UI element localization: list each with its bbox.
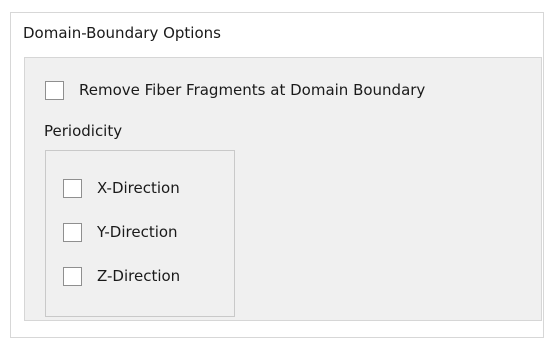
- remove-fiber-fragments-checkbox[interactable]: [45, 80, 64, 100]
- y-direction-checkbox[interactable]: [63, 222, 82, 242]
- domain-boundary-group: Remove Fiber Fragments at Domain Boundar…: [24, 57, 542, 321]
- y-direction-option[interactable]: Y-Direction: [63, 222, 178, 242]
- periodicity-label: Periodicity: [44, 122, 123, 140]
- periodicity-group: X-Direction Y-Direction Z-Direction: [45, 150, 235, 317]
- panel-title: Domain-Boundary Options: [23, 24, 221, 42]
- x-direction-label: X-Direction: [97, 179, 180, 197]
- z-direction-option[interactable]: Z-Direction: [63, 266, 180, 286]
- remove-fiber-fragments-option[interactable]: Remove Fiber Fragments at Domain Boundar…: [45, 80, 425, 100]
- remove-fiber-fragments-label: Remove Fiber Fragments at Domain Boundar…: [79, 81, 426, 99]
- domain-boundary-options-panel: Domain-Boundary Options Remove Fiber Fra…: [10, 12, 544, 338]
- x-direction-option[interactable]: X-Direction: [63, 178, 180, 198]
- z-direction-label: Z-Direction: [97, 267, 181, 285]
- x-direction-checkbox[interactable]: [63, 178, 82, 198]
- z-direction-checkbox[interactable]: [63, 266, 82, 286]
- y-direction-label: Y-Direction: [97, 223, 178, 241]
